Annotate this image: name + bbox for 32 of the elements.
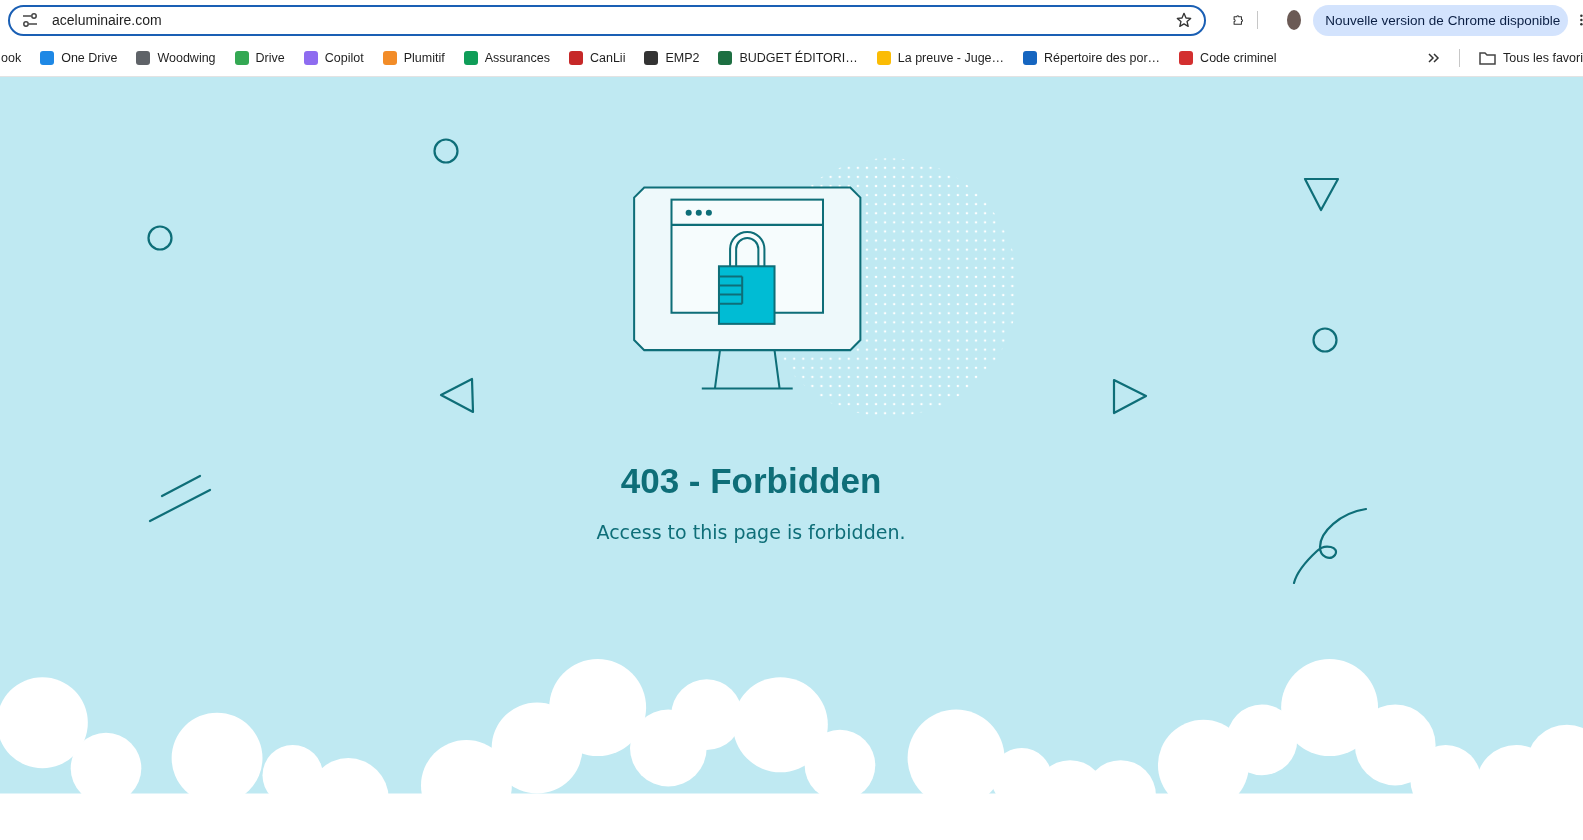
triangle-shape: [439, 377, 475, 415]
menu-icon[interactable]: [1580, 12, 1583, 28]
bookmark-link[interactable]: Code criminel: [1179, 51, 1277, 65]
triangle-shape: [1303, 177, 1341, 213]
triangle-shape: [1112, 378, 1148, 416]
bookmark-link[interactable]: One Drive: [40, 51, 118, 65]
update-button[interactable]: Nouvelle version de Chrome disponible: [1313, 4, 1569, 36]
profile-avatar[interactable]: [1287, 10, 1302, 30]
url-text: aceluminaire.com: [52, 12, 163, 28]
chevron-icon[interactable]: [1428, 53, 1441, 63]
circle-shape: [1312, 327, 1338, 353]
circle-shape: [147, 225, 173, 251]
bookmark-link[interactable]: Assurances: [463, 51, 550, 65]
bookmark-link[interactable]: EMP2: [644, 51, 700, 65]
all-bookmarks-link[interactable]: Tous les favori: [1479, 51, 1583, 65]
error-title: 403 - Forbidden: [619, 461, 883, 501]
slash-lines: [148, 474, 212, 524]
bookmark-link[interactable]: La preuve - Juge…: [876, 51, 1005, 65]
bookmark-link[interactable]: Copilot: [303, 51, 364, 65]
address-bar[interactable]: aceluminaire.com: [8, 4, 1206, 36]
circle-shape: [433, 138, 459, 164]
folder-icon: [1479, 51, 1497, 65]
error-message: Access to this page is forbidden.: [595, 521, 907, 543]
bookmark-link[interactable]: Drive: [234, 51, 285, 65]
bookmark-link[interactable]: ook: [1, 51, 22, 65]
site-settings-icon: [22, 13, 38, 27]
bookmark-link[interactable]: Plumitif: [382, 51, 445, 65]
bookmark-link[interactable]: Répertoire des por…: [1023, 51, 1161, 65]
star-icon[interactable]: [1176, 12, 1192, 28]
bookmark-link[interactable]: CanLii: [568, 51, 626, 65]
bookmark-link[interactable]: Woodwing: [136, 51, 216, 65]
bookmark-link[interactable]: BUDGET ÉDITORI…: [718, 51, 858, 65]
